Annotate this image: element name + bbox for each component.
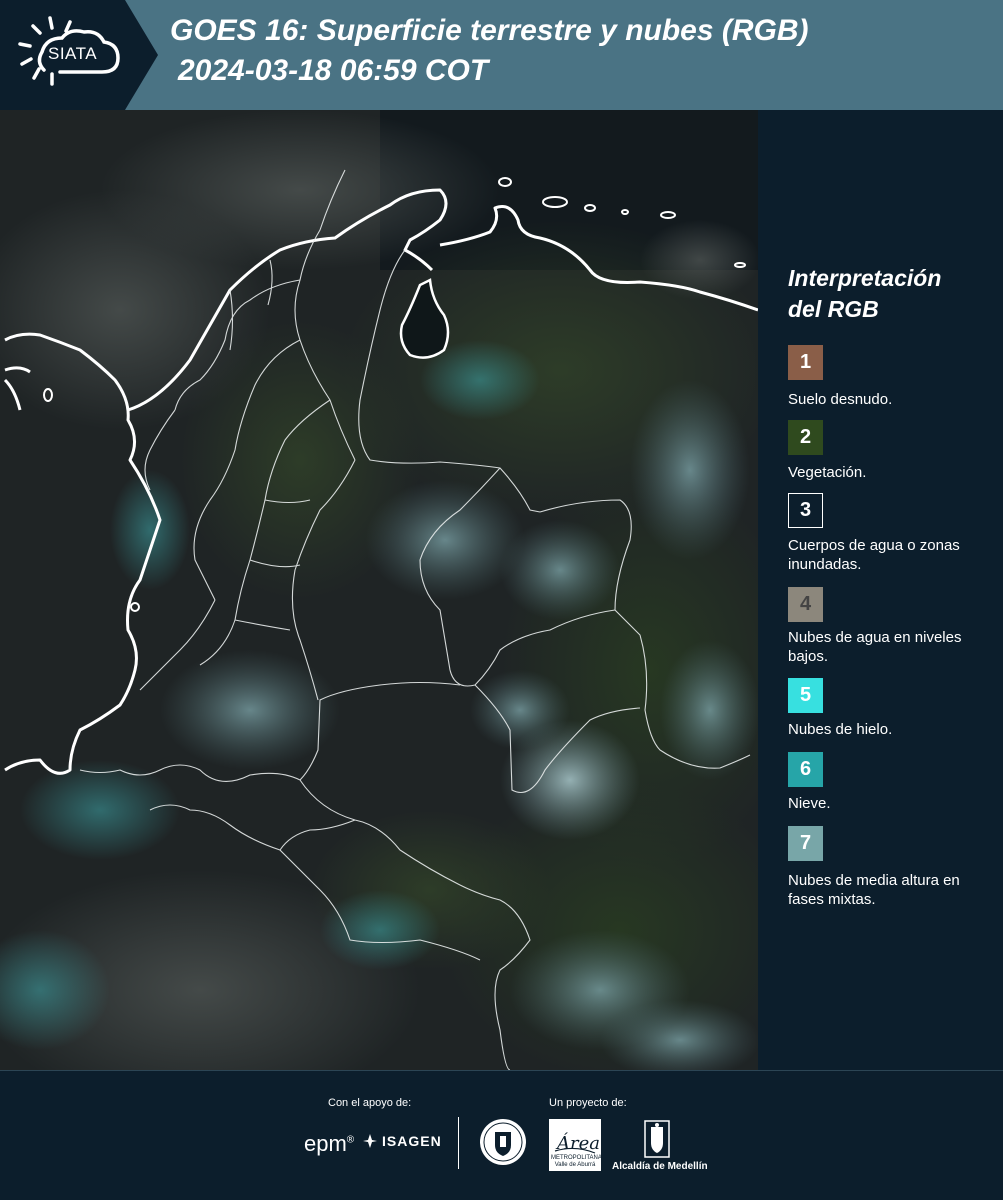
legend-swatch-1: 1 xyxy=(788,345,823,380)
legend-swatch-5: 5 xyxy=(788,678,823,713)
area-script-text: Área xyxy=(555,1131,600,1154)
rgb-legend: Interpretación del RGB 1 Suelo desnudo. … xyxy=(758,110,1003,1070)
project-label: Un proyecto de: xyxy=(549,1097,627,1109)
legend-swatch-7: 7 xyxy=(788,826,823,861)
satellite-map xyxy=(0,110,758,1070)
legend-swatch-6: 6 xyxy=(788,752,823,787)
support-label: Con el apoyo de: xyxy=(328,1097,412,1109)
isagen-logo: ISAGEN xyxy=(362,1133,442,1149)
satellite-image xyxy=(0,110,758,1070)
isagen-logo-text: ISAGEN xyxy=(382,1133,442,1149)
legend-label-low-clouds: Nubes de agua en niveles bajos. xyxy=(788,629,962,665)
epm-logo: epm® xyxy=(304,1131,354,1157)
legend-label-ice-clouds: Nubes de hielo. xyxy=(788,721,893,738)
epm-registered-mark: ® xyxy=(346,1134,355,1146)
page-timestamp: 2024-03-18 06:59 COT xyxy=(178,54,489,87)
header: SIATA GOES 16: Superficie terrestre y nu… xyxy=(0,0,1003,110)
medellin-seal-icon xyxy=(480,1119,526,1165)
page-title: GOES 16: Superficie terrestre y nubes (R… xyxy=(170,14,809,47)
legend-swatch-3: 3 xyxy=(788,493,823,528)
footer: Con el apoyo de: Un proyecto de: epm® IS… xyxy=(0,1070,1003,1200)
alcaldia-shield-icon xyxy=(644,1120,670,1158)
siata-logo-text: SIATA xyxy=(48,44,98,63)
siata-logo: SIATA xyxy=(0,0,158,110)
alcaldia-label: Alcaldía de Medellín xyxy=(612,1161,708,1172)
legend-title-line2: del RGB xyxy=(788,296,879,322)
area-metropolitana-text: METROPOLITANA Valle de Aburrá xyxy=(551,1155,602,1168)
legend-swatch-2: 2 xyxy=(788,420,823,455)
legend-title: Interpretación xyxy=(788,265,942,291)
legend-swatch-4: 4 xyxy=(788,587,823,622)
legend-label-mid-clouds: Nubes de media altura en fases mixtas. xyxy=(788,872,960,908)
legend-label-water: Cuerpos de agua o zonas inundadas. xyxy=(788,537,960,573)
legend-label-bare-soil: Suelo desnudo. xyxy=(788,391,893,408)
legend-label-snow: Nieve. xyxy=(788,795,831,812)
isagen-mark-icon xyxy=(363,1134,377,1148)
legend-label-vegetation: Vegetación. xyxy=(788,464,867,481)
epm-logo-text: epm xyxy=(304,1131,347,1156)
footer-divider xyxy=(458,1117,459,1169)
